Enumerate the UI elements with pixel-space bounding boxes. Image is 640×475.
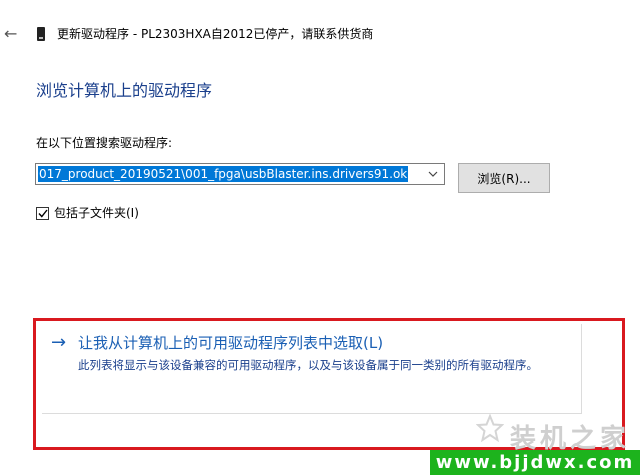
device-icon (37, 27, 45, 41)
pick-option-description: 此列表将显示与该设备兼容的可用驱动程序，以及与该设备属于同一类别的所有驱动程序。 (78, 358, 538, 372)
driver-path-combobox[interactable]: 017_product_20190521\001_fpga\usbBlaster… (35, 163, 445, 185)
include-subfolders-checkbox[interactable] (36, 207, 49, 220)
driver-path-value[interactable]: 017_product_20190521\001_fpga\usbBlaster… (38, 166, 409, 182)
pick-option-panel[interactable]: → 让我从计算机上的可用驱动程序列表中选取(L) 此列表将显示与该设备兼容的可用… (42, 324, 582, 414)
browse-button[interactable]: 浏览(R)... (458, 163, 550, 193)
title-bar: ← 更新驱动程序 - PL2303HXA自2012已停产，请联系供货商 (0, 0, 640, 64)
site-url-banner: www.bjjdwx.com (430, 450, 640, 475)
page-heading: 浏览计算机上的驱动程序 (36, 81, 213, 100)
window-title: 更新驱动程序 - PL2303HXA自2012已停产，请联系供货商 (57, 27, 374, 41)
chevron-down-icon[interactable] (422, 164, 444, 184)
arrow-right-icon: → (51, 332, 67, 353)
search-location-label: 在以下位置搜索驱动程序: (36, 136, 173, 150)
back-arrow-icon[interactable]: ← (4, 24, 17, 44)
include-subfolders-label[interactable]: 包括子文件夹(I) (54, 205, 139, 221)
pick-option-title[interactable]: 让我从计算机上的可用驱动程序列表中选取(L) (78, 332, 383, 354)
watermark-logo: 装机之家 (462, 418, 632, 454)
